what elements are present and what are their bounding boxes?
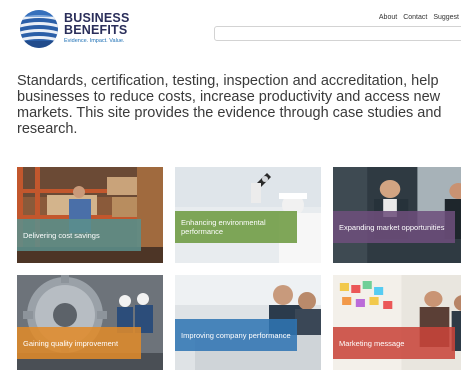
site-logo[interactable]: BUSINESS BENEFITS Evidence. Impact. Valu… <box>18 9 130 49</box>
intro-line: Standards, certification, testing, inspe… <box>17 73 439 89</box>
tile-label: Enhancing environmental performance <box>175 211 297 243</box>
globe-logo-icon <box>20 10 58 48</box>
intro-text: Standards, certification, testing, inspe… <box>17 73 461 137</box>
logo-line-2: BENEFITS <box>64 23 128 37</box>
search-input[interactable] <box>214 26 461 41</box>
tile-marketing-message[interactable]: Marketing message <box>333 275 461 370</box>
tile-delivering-cost-savings[interactable]: Delivering cost savings <box>17 167 163 263</box>
tile-label: Gaining quality improvement <box>17 327 141 359</box>
logo-wordmark: BUSINESS BENEFITS Evidence. Impact. Valu… <box>64 12 130 45</box>
logo-tagline: Evidence. Impact. Value. <box>64 38 125 44</box>
tile-label: Marketing message <box>333 327 455 359</box>
tile-gaining-quality-improvement[interactable]: Gaining quality improvement <box>17 275 163 370</box>
intro-line: research. <box>17 121 78 137</box>
tile-label: Delivering cost savings <box>17 219 141 251</box>
intro-line: businesses to reduce costs, increase pro… <box>17 89 441 105</box>
intro-line: markets. This site provides the evidence… <box>17 105 442 121</box>
nav-suggest-link[interactable]: Suggest <box>433 14 459 21</box>
site-header: BUSINESS BENEFITS Evidence. Impact. Valu… <box>0 0 461 60</box>
top-nav: About Contact Suggest <box>379 14 459 21</box>
nav-contact-link[interactable]: Contact <box>403 14 427 21</box>
tile-label: Improving company performance <box>175 319 297 351</box>
tile-enhancing-environmental-performance[interactable]: Enhancing environmental performance <box>175 167 321 263</box>
tile-label: Expanding market opportunities <box>333 211 455 243</box>
tile-improving-company-performance[interactable]: Improving company performance <box>175 275 321 370</box>
nav-about-link[interactable]: About <box>379 14 397 21</box>
tile-expanding-market-opportunities[interactable]: Expanding market opportunities <box>333 167 461 263</box>
